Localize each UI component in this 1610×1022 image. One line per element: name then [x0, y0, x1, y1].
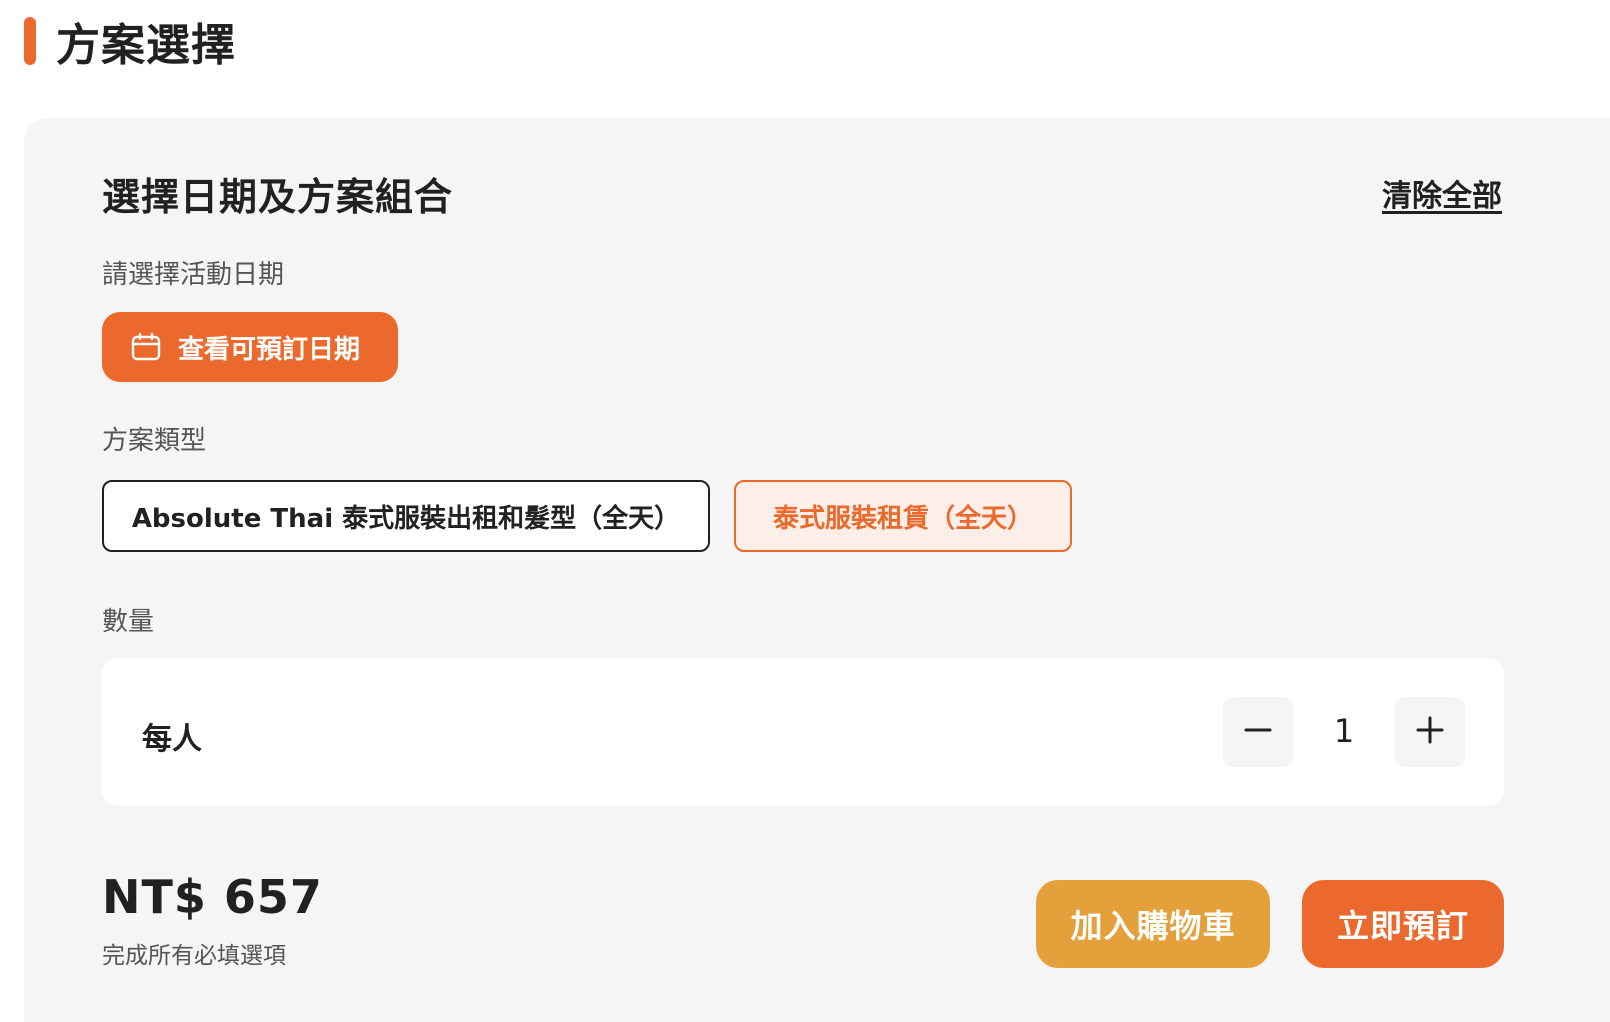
view-dates-label: 查看可預訂日期: [178, 334, 361, 365]
page: 方案選擇 選擇日期及方案組合 清除全部 請選擇活動日期 查看可預訂日期 方案類型…: [0, 0, 1610, 1022]
package-option-hair-and-costume[interactable]: Absolute Thai 泰式服裝出租和髮型（全天）: [102, 480, 710, 552]
package-option-costume-rental[interactable]: 泰式服裝租賃（全天）: [734, 480, 1072, 552]
decrease-quantity-button[interactable]: [1223, 697, 1293, 767]
date-label: 請選擇活動日期: [102, 260, 285, 290]
quantity-value: 1: [1333, 712, 1355, 750]
quantity-label: 數量: [102, 607, 155, 637]
quantity-card: 每人 1: [102, 658, 1504, 806]
accent-bar: [24, 17, 36, 65]
panel-title: 選擇日期及方案組合: [102, 175, 454, 219]
minus-icon: [1244, 716, 1272, 748]
plus-icon: [1416, 716, 1444, 748]
view-dates-button[interactable]: 查看可預訂日期: [102, 312, 398, 382]
package-panel: 選擇日期及方案組合 清除全部 請選擇活動日期 查看可預訂日期 方案類型 Abso…: [24, 118, 1610, 1022]
book-now-button[interactable]: 立即預訂: [1302, 880, 1504, 968]
increase-quantity-button[interactable]: [1395, 697, 1465, 767]
package-option-label: Absolute Thai 泰式服裝出租和髮型（全天）: [131, 503, 681, 534]
calendar-icon: [130, 331, 162, 363]
section-title: 方案選擇: [56, 20, 236, 71]
per-person-label: 每人: [142, 722, 202, 757]
package-option-label: 泰式服裝租賃（全天）: [772, 503, 1033, 534]
package-type-label: 方案類型: [102, 426, 207, 456]
clear-all-link[interactable]: 清除全部: [1382, 171, 1502, 215]
add-to-cart-button[interactable]: 加入購物車: [1036, 880, 1270, 968]
total-price: NT$ 657: [102, 870, 323, 924]
required-hint: 完成所有必填選項: [102, 943, 286, 969]
section-header: 方案選擇: [24, 16, 236, 71]
